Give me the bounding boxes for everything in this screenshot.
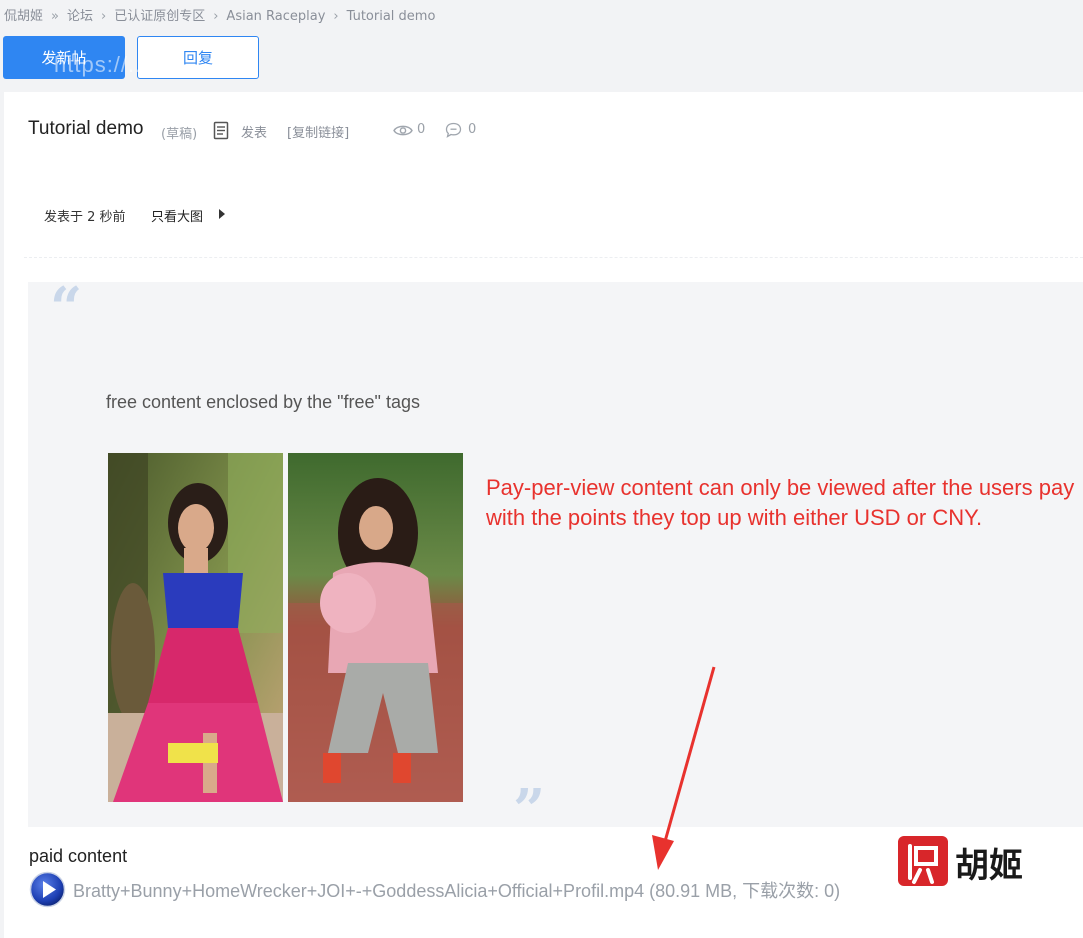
breadcrumb-section[interactable]: 已认证原创专区 — [114, 5, 205, 24]
publish-link[interactable]: 发表 — [241, 122, 267, 141]
copy-link[interactable]: [复制链接] — [287, 122, 349, 141]
eye-icon — [393, 125, 413, 136]
breadcrumb-forum[interactable]: 论坛 — [67, 5, 93, 24]
seal-logo — [898, 836, 948, 886]
red-arrow-icon — [652, 666, 716, 870]
logo-text: 胡姬 — [955, 846, 1023, 886]
attachment-line: Bratty+Bunny+HomeWrecker+JOI+-+GoddessAl… — [73, 877, 840, 903]
photo-woman-blue-top[interactable] — [108, 453, 283, 802]
reply-button[interactable]: 回复 — [137, 36, 259, 79]
attachment-meta: (80.91 MB, 下载次数: 0) — [649, 881, 841, 901]
reply-count: 0 — [468, 122, 477, 137]
comment-icon — [445, 122, 462, 138]
breadcrumb-separator: › — [213, 9, 219, 24]
free-content-text: free content enclosed by the "free" tags — [106, 392, 420, 412]
document-icon[interactable] — [213, 121, 229, 140]
breadcrumb-separator: › — [333, 9, 339, 24]
annotation-text: Pay-per-view content can only be viewed … — [486, 475, 1075, 530]
arrow-right-icon[interactable] — [219, 209, 225, 219]
quote-open-icon: “ — [50, 275, 83, 341]
play-icon[interactable] — [29, 871, 66, 908]
quote-close-icon: ” — [513, 777, 546, 843]
breadcrumb: 侃胡姬 » 论坛 › 已认证原创专区 › Asian Raceplay › Tutorial d… — [4, 5, 435, 24]
attachment-link[interactable]: Bratty+Bunny+HomeWrecker+JOI+-+GoddessAl… — [73, 881, 644, 901]
breadcrumb-current[interactable]: Tutorial demo — [347, 9, 436, 24]
breadcrumb-board[interactable]: Asian Raceplay — [226, 9, 325, 24]
paid-content-label: paid content — [29, 846, 128, 866]
only-big-image-link[interactable]: 只看大图 — [151, 206, 203, 225]
breadcrumb-separator: › — [101, 9, 107, 24]
new-post-button[interactable]: 发新帖 — [3, 36, 125, 79]
draft-tag: (草稿) — [161, 127, 198, 142]
photo-woman-pink-jacket[interactable] — [288, 453, 463, 802]
breadcrumb-separator: » — [51, 9, 59, 24]
divider — [24, 257, 1083, 258]
post-title: Tutorial demo — [28, 118, 144, 139]
post-time: 发表于 2 秒前 — [44, 210, 126, 225]
free-content-quote: “ free content enclosed by the "free" ta… — [28, 275, 1083, 838]
breadcrumb-site[interactable]: 侃胡姬 — [4, 5, 43, 24]
view-count: 0 — [417, 122, 426, 137]
